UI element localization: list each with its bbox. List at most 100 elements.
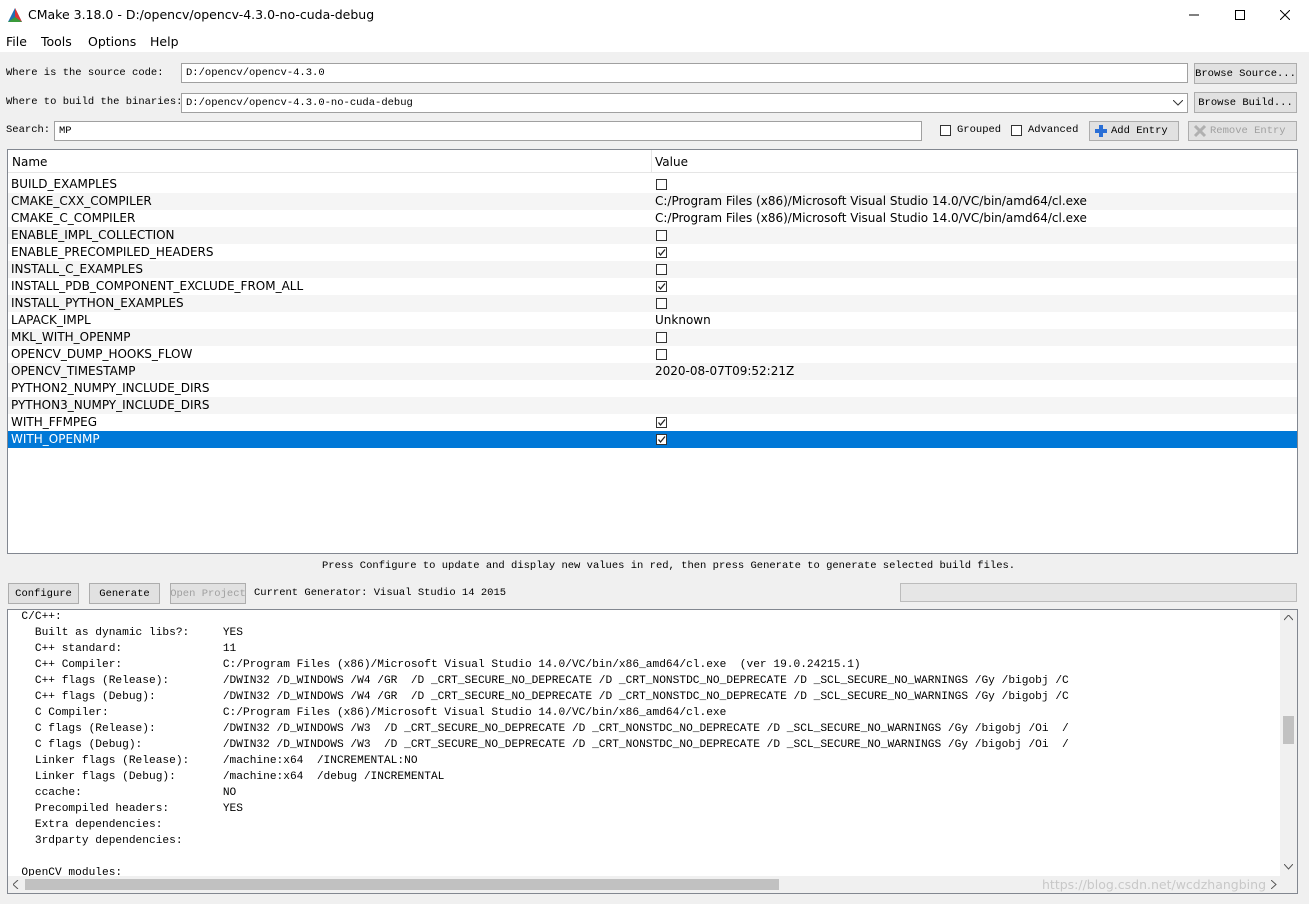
entry-name: PYTHON2_NUMPY_INCLUDE_DIRS	[11, 381, 210, 395]
minimize-icon	[1189, 14, 1199, 16]
table-row[interactable]: BUILD_EXAMPLES	[8, 176, 1297, 193]
table-row[interactable]: CMAKE_CXX_COMPILER C:/Program Files (x86)…	[8, 193, 1297, 210]
add-entry-button[interactable]: Add Entry	[1089, 121, 1179, 141]
watermark: https://blog.csdn.net/wcdzhangbing	[1042, 877, 1267, 892]
entry-name: OPENCV_TIMESTAMP	[11, 364, 136, 378]
configure-button[interactable]: Configure	[8, 583, 79, 604]
scroll-up-icon[interactable]	[1284, 615, 1293, 621]
table-row[interactable]: PYTHON3_NUMPY_INCLUDE_DIRS	[8, 397, 1297, 414]
output-line: Precompiled headers: YES	[8, 803, 243, 815]
vertical-scroll-thumb[interactable]	[1283, 716, 1294, 744]
table-row[interactable]: INSTALL_C_EXAMPLES	[8, 261, 1297, 278]
output-line: C flags (Debug): /DWIN32 /D_WINDOWS /W3 …	[8, 739, 1069, 751]
output-line: C++ standard: 11	[8, 643, 237, 655]
entry-value[interactable]: C:/Program Files (x86)/Microsoft Visual …	[655, 211, 1087, 225]
menu-options[interactable]: Options	[88, 34, 136, 49]
entry-name: MKL_WITH_OPENMP	[11, 330, 131, 344]
advanced-checkbox[interactable]	[1011, 125, 1022, 136]
entry-value-checkbox[interactable]	[656, 281, 667, 292]
name-column-header[interactable]: Name	[12, 155, 47, 169]
menu-help[interactable]: Help	[150, 34, 179, 49]
source-path-input[interactable]: D:/opencv/opencv-4.3.0	[181, 63, 1188, 83]
entry-value-checkbox[interactable]	[656, 179, 667, 190]
current-generator-label: Current Generator: Visual Studio 14 2015	[254, 587, 507, 599]
value-column-header[interactable]: Value	[655, 155, 688, 169]
horizontal-scroll-thumb[interactable]	[25, 879, 779, 890]
window-title: CMake 3.18.0 - D:/opencv/opencv-4.3.0-no…	[28, 7, 375, 22]
hint-text: Press Configure to update and display ne…	[322, 560, 1016, 572]
entry-value-checkbox[interactable]	[656, 417, 667, 428]
scroll-right-icon[interactable]	[1271, 880, 1277, 889]
menu-file[interactable]: File	[6, 34, 27, 49]
table-row[interactable]: ENABLE_IMPL_COLLECTION	[8, 227, 1297, 244]
table-row[interactable]: WITH_OPENMP	[8, 431, 1297, 448]
close-button[interactable]	[1262, 0, 1308, 30]
plus-icon	[1095, 125, 1107, 137]
table-row[interactable]: WITH_FFMPEG	[8, 414, 1297, 431]
entry-value-checkbox[interactable]	[656, 349, 667, 360]
output-line: C Compiler: C:/Program Files (x86)/Micro…	[8, 707, 727, 719]
checkmark-icon	[657, 283, 666, 291]
entry-value[interactable]: 2020-08-07T09:52:21Z	[655, 364, 794, 378]
remove-entry-label: Remove Entry	[1210, 125, 1286, 137]
add-entry-label: Add Entry	[1111, 125, 1168, 137]
grouped-label: Grouped	[957, 124, 1002, 136]
entry-value-checkbox[interactable]	[656, 332, 667, 343]
advanced-label: Advanced	[1028, 124, 1079, 136]
grouped-checkbox[interactable]	[940, 125, 951, 136]
build-path-combobox[interactable]: D:/opencv/opencv-4.3.0-no-cuda-debug	[181, 93, 1188, 113]
menu-tools[interactable]: Tools	[41, 34, 72, 49]
minimize-button[interactable]	[1171, 0, 1217, 30]
generate-button[interactable]: Generate	[89, 583, 160, 604]
entry-name: BUILD_EXAMPLES	[11, 177, 117, 191]
table-header: Name Value	[8, 150, 1297, 173]
vertical-scrollbar[interactable]	[1280, 610, 1297, 877]
entry-value-checkbox[interactable]	[656, 264, 667, 275]
entry-value[interactable]: C:/Program Files (x86)/Microsoft Visual …	[655, 194, 1087, 208]
maximize-button[interactable]	[1217, 0, 1263, 30]
build-label: Where to build the binaries:	[6, 96, 183, 108]
remove-icon	[1193, 124, 1207, 138]
browse-build-button[interactable]: Browse Build...	[1194, 92, 1297, 113]
table-row[interactable]: ENABLE_PRECOMPILED_HEADERS	[8, 244, 1297, 261]
entry-name: ENABLE_IMPL_COLLECTION	[11, 228, 175, 242]
build-path-value: D:/opencv/opencv-4.3.0-no-cuda-debug	[186, 97, 413, 109]
table-row[interactable]: MKL_WITH_OPENMP	[8, 329, 1297, 346]
entry-value[interactable]: Unknown	[655, 313, 711, 327]
checkmark-icon	[657, 419, 666, 427]
entry-value-checkbox[interactable]	[656, 247, 667, 258]
open-project-button[interactable]: Open Project	[170, 583, 246, 604]
output-line: Linker flags (Debug): /machine:x64 /debu…	[8, 771, 445, 783]
browse-source-button[interactable]: Browse Source...	[1194, 63, 1297, 84]
entry-value-checkbox[interactable]	[656, 434, 667, 445]
output-line: C/C++:	[8, 611, 62, 623]
column-separator[interactable]	[651, 150, 652, 172]
entry-value-checkbox[interactable]	[656, 230, 667, 241]
cmake-logo-icon	[7, 7, 23, 23]
scroll-corner	[1280, 876, 1297, 893]
table-row[interactable]: INSTALL_PDB_COMPONENT_EXCLUDE_FROM_ALL	[8, 278, 1297, 295]
output-line: ccache: NO	[8, 787, 237, 799]
output-line: C++ flags (Release): /DWIN32 /D_WINDOWS …	[8, 675, 1069, 687]
table-row[interactable]: CMAKE_C_COMPILER C:/Program Files (x86)/M…	[8, 210, 1297, 227]
scroll-down-icon[interactable]	[1284, 864, 1293, 870]
entry-name: INSTALL_PYTHON_EXAMPLES	[11, 296, 184, 310]
table-row[interactable]: OPENCV_DUMP_HOOKS_FLOW	[8, 346, 1297, 363]
table-row[interactable]: INSTALL_PYTHON_EXAMPLES	[8, 295, 1297, 312]
entry-name: OPENCV_DUMP_HOOKS_FLOW	[11, 347, 193, 361]
remove-entry-button[interactable]: Remove Entry	[1188, 121, 1297, 141]
search-input[interactable]: MP	[54, 121, 922, 141]
entry-value-checkbox[interactable]	[656, 298, 667, 309]
entry-name: ENABLE_PRECOMPILED_HEADERS	[11, 245, 214, 259]
output-line: C++ flags (Debug): /DWIN32 /D_WINDOWS /W…	[8, 691, 1069, 703]
output-log[interactable]: C/C++: Built as dynamic libs?: YES C++ s…	[7, 609, 1298, 894]
scroll-left-icon[interactable]	[13, 880, 19, 889]
entry-name: WITH_OPENMP	[11, 432, 100, 446]
table-row[interactable]: LAPACK_IMPL Unknown	[8, 312, 1297, 329]
entry-name: CMAKE_CXX_COMPILER	[11, 194, 152, 208]
entry-name: WITH_FFMPEG	[11, 415, 98, 429]
progress-bar	[900, 583, 1297, 602]
entry-name: INSTALL_C_EXAMPLES	[11, 262, 143, 276]
table-row[interactable]: PYTHON2_NUMPY_INCLUDE_DIRS	[8, 380, 1297, 397]
table-row[interactable]: OPENCV_TIMESTAMP 2020-08-07T09:52:21Z	[8, 363, 1297, 380]
